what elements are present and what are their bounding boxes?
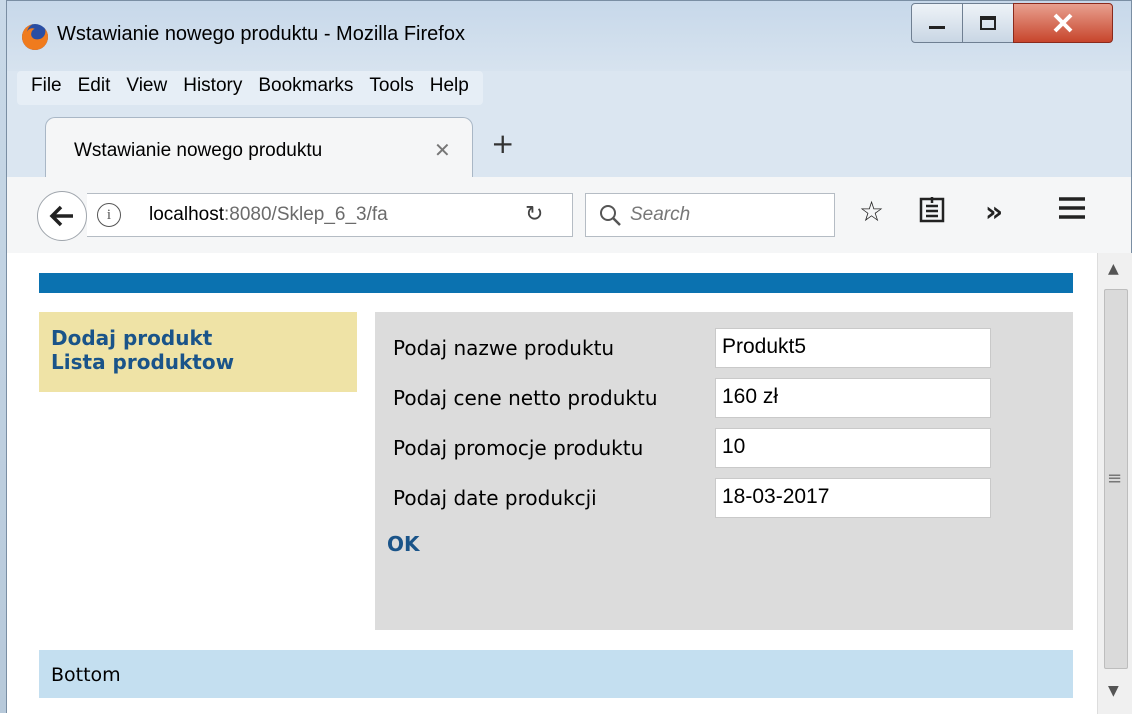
tab-label: Wstawianie nowego produktu [74,140,323,161]
menu-help[interactable]: Help [422,71,477,105]
price-label: Podaj cene netto produktu [393,386,658,410]
overflow-chevron-icon[interactable]: » [985,195,1003,228]
tab-strip: Wstawianie nowego produktu ✕ + [7,109,1131,177]
menu-tools[interactable]: Tools [361,71,421,105]
url-text[interactable]: localhost:8080/Sklep_6_3/fa [149,204,459,226]
firefox-logo-icon [22,24,48,50]
page-footer: Bottom [39,650,1073,698]
info-icon[interactable]: i [97,203,121,227]
close-window-button[interactable] [1013,3,1113,43]
menu-edit[interactable]: Edit [70,71,119,105]
scroll-up-icon[interactable]: ▲ [1108,261,1119,277]
minimize-icon [929,26,945,29]
date-input[interactable]: 18-03-2017 [715,478,991,518]
title-bar[interactable]: Wstawianie nowego produktu - Mozilla Fir… [7,1,1131,71]
url-path: :8080/Sklep_6_3/fa [224,204,388,225]
url-host: localhost [149,204,224,225]
search-input[interactable]: Search [585,193,835,237]
navigation-bar: i localhost:8080/Sklep_6_3/fa ↻ Search ☆… [7,177,1131,254]
page-header-bar [39,273,1073,293]
maximize-icon [980,16,996,30]
tab-active[interactable]: Wstawianie nowego produktu ✕ [45,117,473,177]
scroll-down-icon[interactable]: ▼ [1108,683,1119,699]
address-bar[interactable]: i localhost:8080/Sklep_6_3/fa ↻ [87,193,573,237]
footer-text: Bottom [51,664,121,686]
window-title: Wstawianie nowego produktu - Mozilla Fir… [57,23,465,45]
promo-input[interactable]: 10 [715,428,991,468]
product-form: Podaj nazwe produktu Produkt5 Podaj cene… [375,312,1073,630]
close-icon [1053,13,1073,33]
new-tab-icon[interactable]: + [491,127,514,160]
scroll-grip-icon: ≡ [1107,468,1123,489]
back-arrow-icon [49,205,73,227]
search-icon [600,205,621,226]
browser-window: Wstawianie nowego produktu - Mozilla Fir… [6,0,1132,714]
tab-close-icon[interactable]: ✕ [434,138,451,162]
menu-file[interactable]: File [23,71,70,105]
sidebar-link-add-product[interactable]: Dodaj produkt [51,326,357,350]
reload-icon[interactable]: ↻ [525,202,543,227]
maximize-button[interactable] [962,3,1014,43]
bookmark-star-icon[interactable]: ☆ [859,195,884,228]
sidebar: Dodaj produkt Lista produktow [39,312,357,392]
menu-bar: File Edit View History Bookmarks Tools H… [17,71,483,105]
vertical-scrollbar[interactable]: ▲ ≡ ▼ [1097,253,1132,714]
price-input[interactable]: 160 zł [715,378,991,418]
menu-view[interactable]: View [118,71,175,105]
date-label: Podaj date produkcji [393,486,597,510]
sidebar-link-product-list[interactable]: Lista produktow [51,350,357,374]
search-placeholder: Search [630,204,691,225]
back-button[interactable] [37,191,87,241]
menu-bookmarks[interactable]: Bookmarks [250,71,361,105]
page-viewport: Dodaj produkt Lista produktow Podaj nazw… [7,253,1097,714]
hamburger-menu-icon[interactable] [1057,195,1087,228]
ok-submit-link[interactable]: OK [387,532,420,556]
menu-history[interactable]: History [175,71,250,105]
reader-list-icon[interactable] [919,195,945,230]
minimize-button[interactable] [911,3,963,43]
name-input[interactable]: Produkt5 [715,328,991,368]
name-label: Podaj nazwe produktu [393,336,615,360]
promo-label: Podaj promocje produktu [393,436,644,460]
